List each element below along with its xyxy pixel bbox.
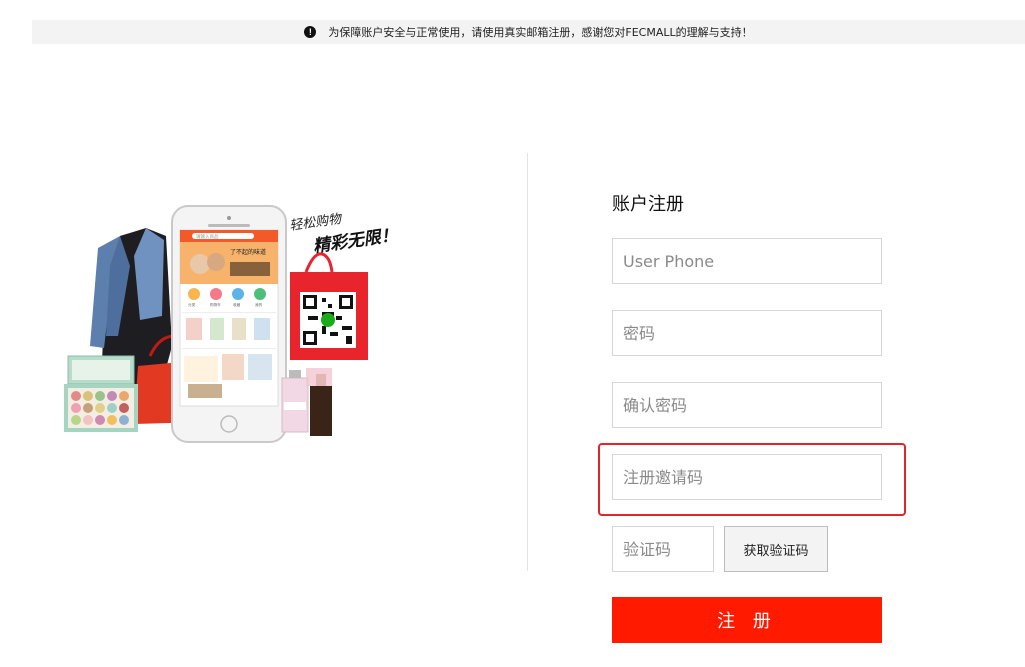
svg-text:请输入商品: 请输入商品: [196, 233, 219, 240]
captcha-input[interactable]: [612, 526, 714, 572]
svg-text:收藏: 收藏: [233, 302, 241, 307]
slogan-line1: 轻松购物: [288, 212, 344, 234]
svg-text:我的: 我的: [255, 302, 263, 307]
svg-text:购物车: 购物车: [210, 302, 221, 307]
promo-illustration: 请输入商品 了不起的味道 分类 购物车 收藏 我的 轻松购物 精彩无限！: [64, 205, 399, 443]
macaron-box-image: [64, 355, 138, 432]
confirm-password-input[interactable]: [612, 382, 882, 428]
shopping-bag-qr-image: [290, 252, 368, 360]
password-input[interactable]: [612, 310, 882, 356]
vertical-divider: [527, 153, 528, 571]
exclamation-circle-icon: !: [304, 26, 317, 38]
phone-input[interactable]: [612, 238, 882, 284]
get-code-button[interactable]: 获取验证码: [724, 526, 828, 572]
svg-text:分类: 分类: [188, 302, 196, 307]
slogan-line2: 精彩无限！: [312, 225, 399, 257]
notice-text: 为保障账户安全与正常使用，请使用真实邮箱注册，感谢您对FECMALL的理解与支持…: [328, 26, 753, 39]
phone-image: 请输入商品 了不起的味道 分类 购物车 收藏 我的: [171, 205, 287, 443]
perfume-bottles-image: [281, 368, 332, 436]
notice-bar: ! 为保障账户安全与正常使用，请使用真实邮箱注册，感谢您对FECMALL的理解与…: [32, 20, 1025, 44]
invite-code-input[interactable]: [612, 454, 882, 500]
form-title: 账户注册: [612, 194, 684, 215]
register-submit-button[interactable]: 注 册: [612, 597, 882, 643]
svg-text:了不起的味道: 了不起的味道: [230, 248, 266, 256]
